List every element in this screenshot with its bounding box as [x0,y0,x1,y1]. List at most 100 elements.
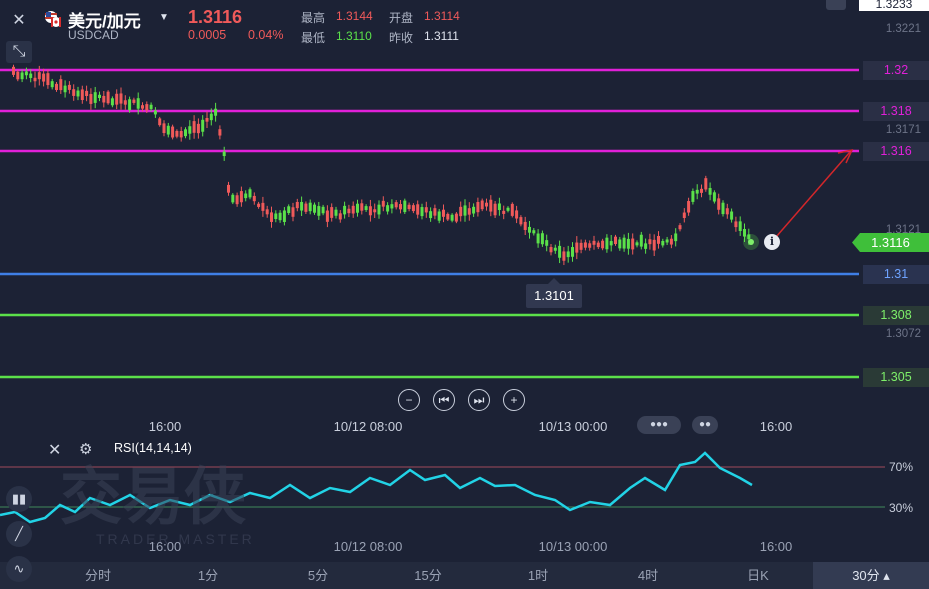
candle [424,207,428,213]
line-tag-1.308[interactable]: 1.308 [863,306,929,325]
gear-icon[interactable]: ⚙ [79,440,92,458]
candle [540,233,544,245]
time-label: 16:00 [148,539,182,554]
candle [235,195,239,205]
candle [614,236,617,245]
info-icon[interactable]: i [764,234,780,250]
candle [635,242,639,246]
candle [480,200,484,210]
candle [67,84,71,90]
candle [214,108,218,116]
candle [734,221,738,228]
timeframe-item[interactable]: 4时 [638,562,658,589]
line-tag-1.31[interactable]: 1.31 [863,265,929,284]
candle [592,240,596,245]
candle [605,237,609,250]
candle [141,105,144,109]
timeframe-active[interactable]: 30分 ▴ [813,562,929,589]
line-tag-1.318[interactable]: 1.318 [863,102,929,121]
draw-line-icon[interactable]: ╱ [6,521,32,547]
candle [274,213,278,219]
candle [209,113,213,121]
candle [493,203,497,216]
zoom-in-button[interactable]: + [503,389,525,411]
timeframe-item[interactable]: 分时 [85,562,111,589]
rsi-level-30: 30% [889,501,914,515]
low-label: 最低 [301,31,326,45]
scroll-start-button[interactable]: ⏮ [433,389,455,411]
candle [123,100,127,105]
candle [652,239,656,251]
timeframe-item[interactable]: 5分 [308,562,328,589]
scroll-end-button[interactable]: ⏭ [468,389,490,411]
candle [583,242,587,248]
candle [644,243,648,249]
prev-close-value: 1.3111 [424,29,459,43]
candle [338,213,342,220]
timeframe-item[interactable]: 1分 [198,562,218,589]
time-label: 16:00 [148,419,182,434]
candle [476,202,480,213]
candle [334,209,338,216]
chevron-down-icon[interactable]: ▼ [159,12,169,23]
candle [459,206,463,217]
candle [562,251,566,261]
candle [472,206,476,214]
candle [416,204,420,215]
candle [106,91,110,104]
candle [132,99,136,103]
candle [420,207,424,217]
candle [89,94,93,104]
candle [687,201,691,213]
collapse-icon[interactable]: ⤡ [6,41,32,63]
indicator-icon[interactable]: ▮▮ [6,486,32,512]
timeframe-item[interactable]: 15分 [414,562,441,589]
candle [368,206,372,216]
last-price: 1.3116 [188,7,243,27]
close-icon[interactable]: ✕ [6,7,32,33]
candle [29,73,33,78]
candle [50,81,54,88]
candle [682,212,686,218]
candle [510,203,514,216]
candle [596,242,600,248]
candle [669,238,673,245]
candle [356,203,359,213]
candle [532,230,536,234]
candle [33,77,37,82]
candle [115,93,119,105]
candle [80,89,84,101]
axis-label: 1.3072 [885,328,921,340]
candle [153,110,157,115]
candle [433,208,437,216]
close-indicator-icon[interactable]: ✕ [48,440,61,460]
candle [300,201,304,211]
candle [343,205,347,215]
event-marker-icon[interactable]: ●●● [637,416,681,434]
candle [136,98,140,109]
candle [330,207,334,218]
high-value: 1.3144 [336,9,373,23]
timeframe-item[interactable]: 日K [747,562,769,589]
line-tag-1.305[interactable]: 1.305 [863,368,929,387]
candle [201,119,205,132]
zoom-out-button[interactable]: − [398,389,420,411]
time-label: 10/13 00:00 [538,419,608,434]
event-marker-icon[interactable]: ●● [692,416,718,434]
line-tag-1.316[interactable]: 1.316 [863,142,929,161]
time-label: 10/12 08:00 [333,539,403,554]
price-chart[interactable]: 交易侠 TRADER MASTER [0,0,929,589]
candle [325,210,329,222]
candle [588,243,592,248]
svg-text:交易侠: 交易侠 [60,460,247,533]
timeframe-item[interactable]: 1时 [528,562,548,589]
candle [149,104,153,109]
candle [519,217,523,225]
candle [119,93,123,104]
candle [287,206,291,214]
line-tag-1.32[interactable]: 1.32 [863,61,929,80]
candle [304,203,308,212]
candle [712,192,716,202]
bell-icon[interactable] [826,0,846,10]
chart-type-icon[interactable]: ∿ [6,556,32,582]
